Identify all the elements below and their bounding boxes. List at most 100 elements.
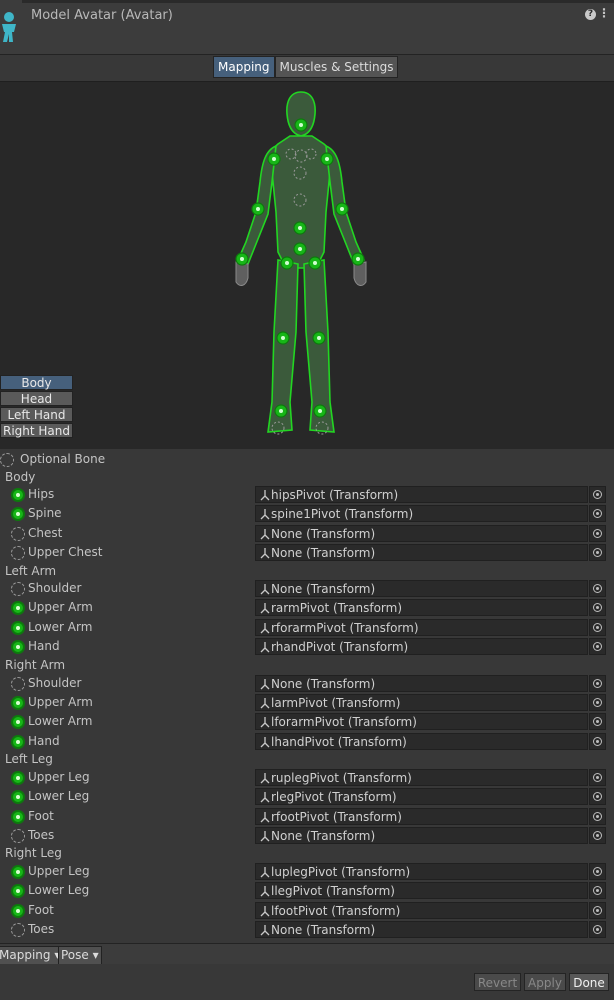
avatar-figure bbox=[235, 91, 367, 435]
transform-field[interactable]: lfootPivot (Transform) bbox=[255, 902, 588, 919]
bone-row: Lower Arm lforarmPivot (Transform) bbox=[0, 713, 614, 732]
mapped-bone-icon bbox=[11, 790, 25, 804]
transform-value: ruplegPivot (Transform) bbox=[271, 771, 412, 785]
object-picker-icon[interactable] bbox=[589, 788, 606, 805]
transform-field[interactable]: lforarmPivot (Transform) bbox=[255, 713, 588, 730]
object-picker-icon[interactable] bbox=[589, 525, 606, 542]
transform-field[interactable]: rlegPivot (Transform) bbox=[255, 788, 588, 805]
bone-row: Lower Leg rlegPivot (Transform) bbox=[0, 788, 614, 807]
object-picker-icon[interactable] bbox=[589, 769, 606, 786]
bone-label: Upper Chest bbox=[28, 545, 103, 559]
transform-field[interactable]: None (Transform) bbox=[255, 544, 588, 561]
object-picker-icon[interactable] bbox=[589, 619, 606, 636]
transform-field[interactable]: rfootPivot (Transform) bbox=[255, 808, 588, 825]
section-right-leg: Right Leg bbox=[5, 846, 62, 860]
object-picker-icon[interactable] bbox=[589, 505, 606, 522]
body-button[interactable]: Body bbox=[0, 375, 73, 390]
transform-icon bbox=[260, 812, 270, 823]
done-button[interactable]: Done bbox=[569, 973, 609, 991]
object-picker-icon[interactable] bbox=[589, 544, 606, 561]
transform-field[interactable]: ruplegPivot (Transform) bbox=[255, 769, 588, 786]
mapping-dropdown[interactable]: Mapping ▾ bbox=[0, 946, 64, 965]
object-picker-icon[interactable] bbox=[589, 863, 606, 880]
object-picker-icon[interactable] bbox=[589, 733, 606, 750]
avatar-icon bbox=[2, 12, 16, 42]
context-menu-icon[interactable]: ⋮ bbox=[598, 7, 610, 19]
transform-field[interactable]: None (Transform) bbox=[255, 580, 588, 597]
mapped-bone-icon bbox=[11, 715, 25, 729]
tab-muscles-settings[interactable]: Muscles & Settings bbox=[274, 56, 399, 78]
bone-row: Foot rfootPivot (Transform) bbox=[0, 808, 614, 827]
bone-row: Lower Leg llegPivot (Transform) bbox=[0, 882, 614, 901]
transform-value: rlegPivot (Transform) bbox=[271, 790, 397, 804]
object-picker-icon[interactable] bbox=[589, 580, 606, 597]
transform-field[interactable]: larmPivot (Transform) bbox=[255, 694, 588, 711]
optional-bone-icon bbox=[11, 582, 25, 596]
transform-field[interactable]: lhandPivot (Transform) bbox=[255, 733, 588, 750]
object-picker-icon[interactable] bbox=[589, 882, 606, 899]
bone-row: Shoulder None (Transform) bbox=[0, 580, 614, 599]
transform-field[interactable]: rforarmPivot (Transform) bbox=[255, 619, 588, 636]
object-picker-icon[interactable] bbox=[589, 827, 606, 844]
transform-value: None (Transform) bbox=[271, 527, 376, 541]
transform-value: None (Transform) bbox=[271, 582, 376, 596]
transform-value: None (Transform) bbox=[271, 677, 376, 691]
transform-value: None (Transform) bbox=[271, 546, 376, 560]
transform-field[interactable]: rarmPivot (Transform) bbox=[255, 599, 588, 616]
transform-field[interactable]: None (Transform) bbox=[255, 675, 588, 692]
object-picker-icon[interactable] bbox=[589, 902, 606, 919]
mapped-bone-icon bbox=[11, 621, 25, 635]
transform-icon bbox=[260, 548, 270, 559]
left-hand-button[interactable]: Left Hand bbox=[0, 407, 73, 422]
section-body: Body bbox=[5, 470, 36, 484]
revert-button[interactable]: Revert bbox=[474, 973, 521, 991]
mapped-bone-icon bbox=[11, 771, 25, 785]
bone-label: Chest bbox=[28, 526, 63, 540]
optional-bone-icon bbox=[11, 829, 25, 843]
object-picker-icon[interactable] bbox=[589, 808, 606, 825]
transform-icon bbox=[260, 717, 270, 728]
object-picker-icon[interactable] bbox=[589, 921, 606, 938]
transform-value: rhandPivot (Transform) bbox=[271, 640, 409, 654]
transform-icon bbox=[260, 529, 270, 540]
optional-bone-icon bbox=[11, 527, 25, 541]
tab-mapping[interactable]: Mapping bbox=[213, 56, 275, 78]
pose-dropdown[interactable]: Pose ▾ bbox=[58, 946, 102, 965]
bone-row: Toes None (Transform) bbox=[0, 921, 614, 940]
transform-field[interactable]: llegPivot (Transform) bbox=[255, 882, 588, 899]
object-picker-icon[interactable] bbox=[589, 638, 606, 655]
mapped-bone-icon bbox=[11, 640, 25, 654]
transform-field[interactable]: None (Transform) bbox=[255, 827, 588, 844]
bone-row: Upper Arm larmPivot (Transform) bbox=[0, 694, 614, 713]
head-button[interactable]: Head bbox=[0, 391, 73, 406]
help-icon[interactable]: ? bbox=[585, 9, 596, 20]
bone-label: Toes bbox=[28, 828, 55, 842]
transform-icon bbox=[260, 737, 270, 748]
transform-value: None (Transform) bbox=[271, 829, 376, 843]
object-picker-icon[interactable] bbox=[589, 675, 606, 692]
transform-field[interactable]: hipsPivot (Transform) bbox=[255, 486, 588, 503]
mapping-dropdown-label: Mapping bbox=[0, 948, 51, 962]
object-picker-icon[interactable] bbox=[589, 694, 606, 711]
object-picker-icon[interactable] bbox=[589, 486, 606, 503]
apply-button[interactable]: Apply bbox=[524, 973, 566, 991]
figure-hand-right bbox=[353, 261, 367, 286]
object-picker-icon[interactable] bbox=[589, 599, 606, 616]
transform-icon bbox=[260, 792, 270, 803]
transform-field[interactable]: None (Transform) bbox=[255, 525, 588, 542]
transform-field[interactable]: spine1Pivot (Transform) bbox=[255, 505, 588, 522]
transform-field[interactable]: rhandPivot (Transform) bbox=[255, 638, 588, 655]
transform-field[interactable]: luplegPivot (Transform) bbox=[255, 863, 588, 880]
bone-row: Lower Arm rforarmPivot (Transform) bbox=[0, 619, 614, 638]
header-top-line bbox=[22, 0, 614, 3]
object-picker-icon[interactable] bbox=[589, 713, 606, 730]
transform-icon bbox=[260, 584, 270, 595]
transform-value: larmPivot (Transform) bbox=[271, 696, 401, 710]
mapped-bone-icon bbox=[11, 735, 25, 749]
right-hand-button[interactable]: Right Hand bbox=[0, 423, 73, 438]
dropdown-arrow-icon: ▾ bbox=[92, 948, 99, 962]
section-left-arm: Left Arm bbox=[5, 564, 57, 578]
bone-row: Upper Arm rarmPivot (Transform) bbox=[0, 599, 614, 618]
transform-field[interactable]: None (Transform) bbox=[255, 921, 588, 938]
mapped-bone-icon bbox=[11, 488, 25, 502]
